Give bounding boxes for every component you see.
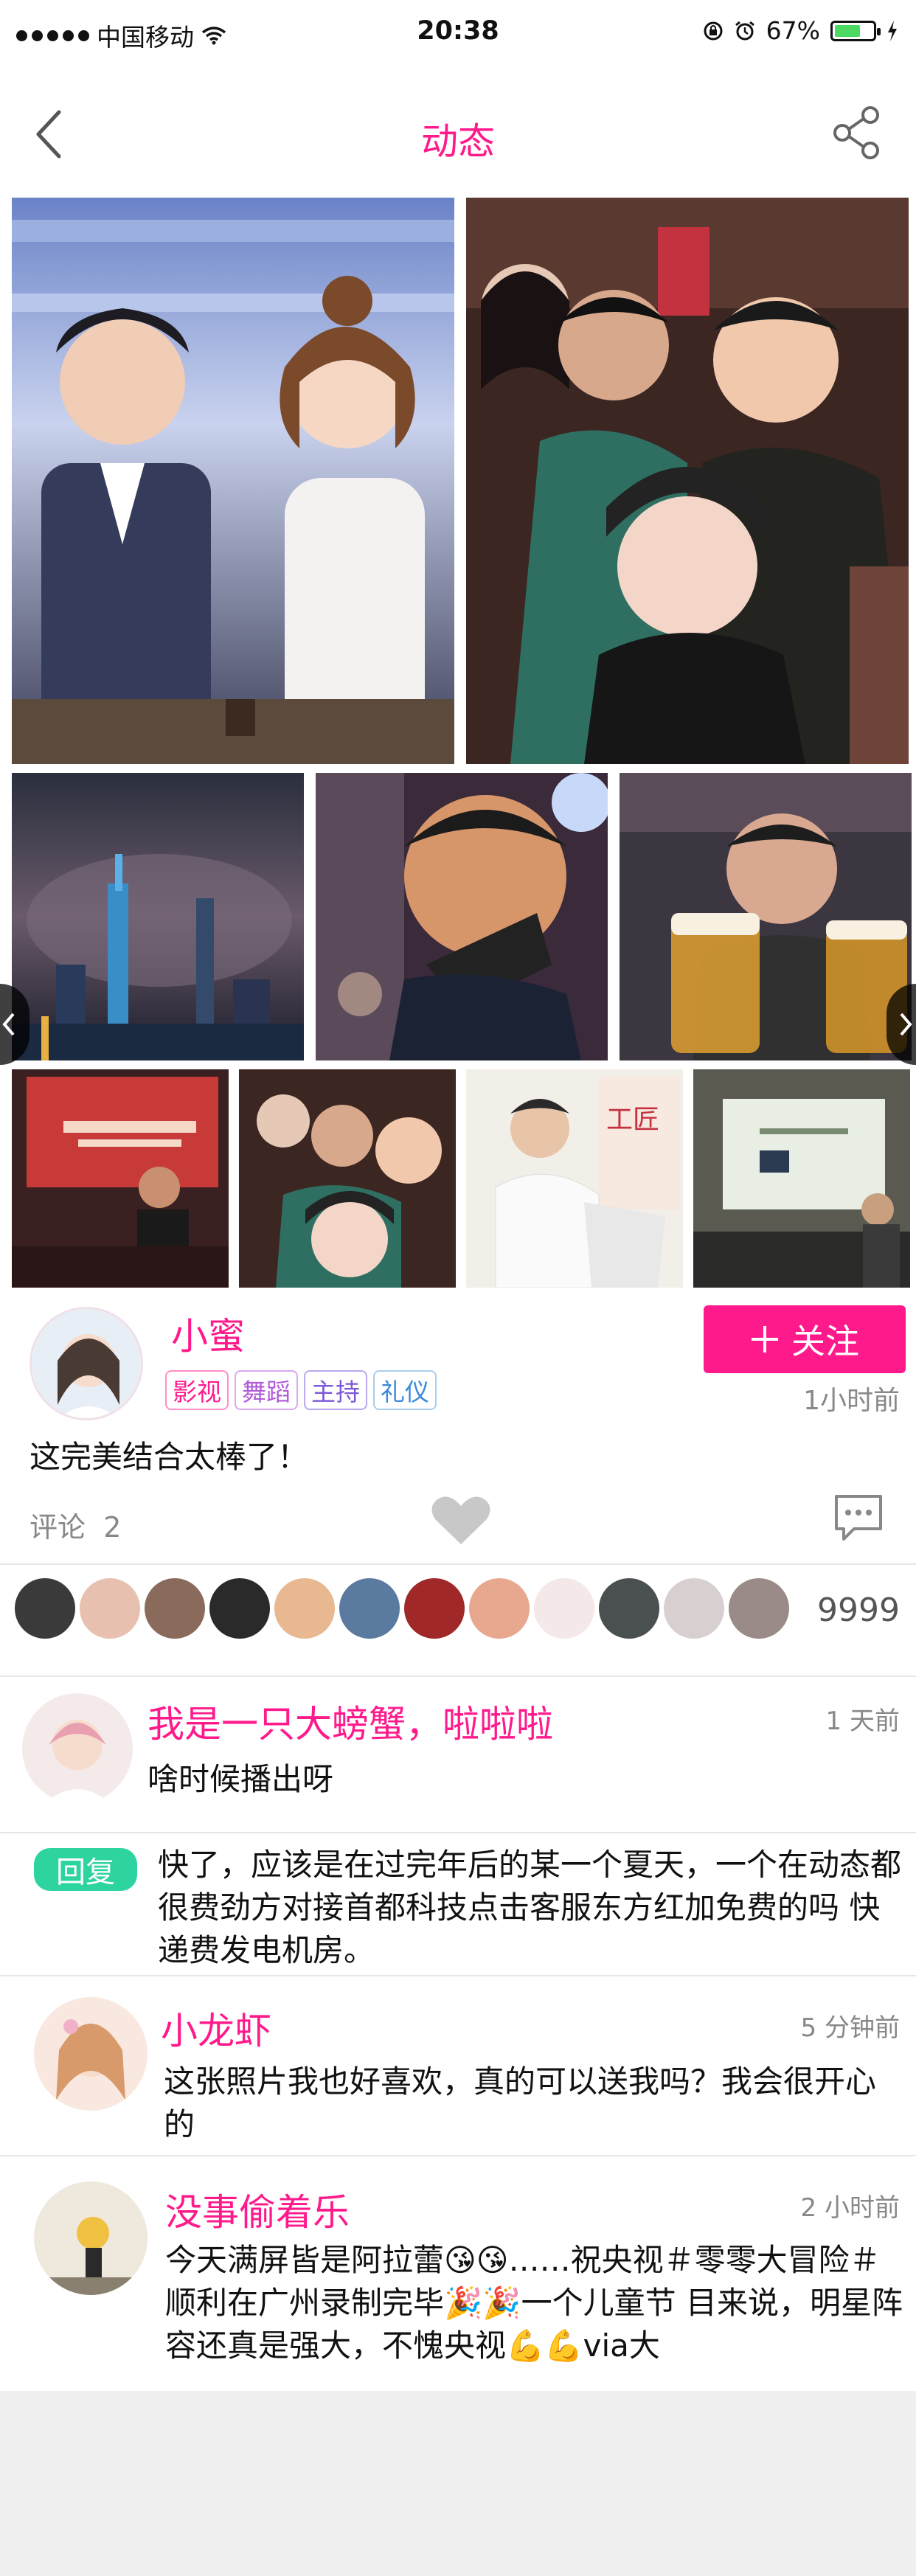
battery-level [835, 24, 860, 37]
post-author-tags: 影视 舞蹈 主持 礼仪 [165, 1370, 437, 1410]
comment-label: 评论 [30, 1511, 86, 1544]
status-right: 67% [703, 16, 898, 45]
tag-film: 影视 [165, 1370, 229, 1410]
post-divider [0, 1563, 916, 1565]
photo-5[interactable] [620, 773, 912, 1060]
liker-avatar[interactable] [145, 1578, 205, 1639]
reply-badge: 回复 [34, 1848, 137, 1891]
post-card: 小蜜 影视 舞蹈 主持 礼仪 关注 1小时前 这完美结合太棒了！ 评论 2 99… [0, 1292, 916, 1676]
photo-6[interactable] [12, 1069, 229, 1288]
commenter-name[interactable]: 小龙虾 [161, 2002, 271, 2055]
comment-item: 没事偷着乐 2 小时前 今天满屏皆是阿拉蕾😘😘……祝央视＃零零大冒险＃顺利在广州… [0, 2155, 916, 2391]
follow-button[interactable]: 关注 [704, 1305, 906, 1373]
battery-percent: 67% [766, 16, 820, 45]
comment-time: 2 小时前 [800, 2193, 900, 2223]
photo-2[interactable] [466, 198, 909, 764]
commenter-name[interactable]: 我是一只大螃蟹，啦啦啦 [148, 1695, 553, 1748]
tag-host: 主持 [304, 1370, 367, 1410]
tag-dance: 舞蹈 [235, 1370, 298, 1410]
post-author-name[interactable]: 小蜜 [171, 1307, 245, 1360]
photo-9[interactable] [693, 1069, 910, 1288]
nav-bar: 动态 [0, 68, 916, 193]
comment-time: 5 分钟前 [800, 2013, 900, 2043]
comment-text: 啥时候播出呀 [148, 1761, 334, 1797]
comment-divider [0, 2155, 916, 2156]
liker-avatar[interactable] [664, 1578, 724, 1639]
photo-1[interactable] [12, 198, 454, 764]
post-author-avatar[interactable] [30, 1307, 143, 1420]
svg-text:工匠: 工匠 [606, 1105, 659, 1135]
follow-label: 关注 [791, 1322, 859, 1361]
photo-8[interactable]: 工匠 [466, 1069, 683, 1288]
comment-number: 2 [103, 1511, 122, 1544]
comment-divider [0, 1676, 916, 1677]
page-bottom-background [0, 2391, 916, 2576]
battery-icon [830, 20, 881, 41]
comment-text: 今天满屏皆是阿拉蕾😘😘……祝央视＃零零大冒险＃顺利在广州录制完毕🎉🎉一个儿童节 … [165, 2242, 903, 2364]
liker-avatar[interactable] [80, 1578, 140, 1639]
comment-item: 小龙虾 5 分钟前 这张照片我也好喜欢，真的可以送我吗？我会很开心的 [0, 1975, 916, 2155]
commenter-name[interactable]: 没事偷着乐 [165, 2183, 350, 2236]
reply-item: 回复 快了，应该是在过完年后的某一个夏天，一个在动态都很费劲方对接首都科技点击客… [0, 1832, 916, 1975]
liker-avatars [15, 1578, 789, 1639]
liker-avatar[interactable] [209, 1578, 270, 1639]
commenter-avatar[interactable] [34, 2181, 148, 2295]
post-text: 这完美结合太棒了！ [30, 1439, 309, 1475]
tag-etiquette: 礼仪 [373, 1370, 437, 1410]
comment-time: 1 天前 [825, 1707, 900, 1736]
comment-item: 我是一只大螃蟹，啦啦啦 1 天前 啥时候播出呀 [0, 1676, 916, 1832]
liker-avatar[interactable] [15, 1578, 75, 1639]
liker-avatar[interactable] [469, 1578, 530, 1639]
comment-icon[interactable] [829, 1487, 888, 1546]
share-icon[interactable] [827, 103, 886, 162]
status-bar: 中国移动 20:38 67% [0, 0, 916, 68]
like-count: 9999 [817, 1591, 900, 1629]
photo-3[interactable] [12, 773, 304, 1060]
commenter-avatar[interactable] [34, 1997, 148, 2111]
charging-icon [888, 20, 897, 41]
photo-gallery: 工匠 [0, 193, 916, 1292]
photo-7[interactable] [239, 1069, 456, 1288]
page-title: 动态 [421, 120, 495, 163]
comment-divider [0, 1975, 916, 1976]
rotation-lock-icon [704, 21, 723, 40]
commenter-avatar[interactable] [22, 1693, 133, 1804]
comment-text: 这张照片我也好喜欢，真的可以送我吗？我会很开心的 [164, 2063, 877, 2142]
heart-icon[interactable] [428, 1491, 494, 1550]
liker-avatar[interactable] [599, 1578, 659, 1639]
post-time: 1小时前 [803, 1386, 900, 1416]
liker-avatar[interactable] [729, 1578, 789, 1639]
photo-4[interactable] [316, 773, 608, 1060]
liker-avatar[interactable] [339, 1578, 400, 1639]
comment-count[interactable]: 评论 2 [30, 1504, 121, 1545]
alarm-icon [735, 21, 754, 40]
plus-icon [752, 1326, 778, 1353]
comment-divider [0, 1832, 916, 1833]
liker-avatar[interactable] [274, 1578, 335, 1639]
liker-avatar[interactable] [534, 1578, 594, 1639]
liker-avatar[interactable] [404, 1578, 465, 1639]
reply-text: 快了，应该是在过完年后的某一个夏天，一个在动态都很费劲方对接首都科技点击客服东方… [158, 1847, 902, 1968]
